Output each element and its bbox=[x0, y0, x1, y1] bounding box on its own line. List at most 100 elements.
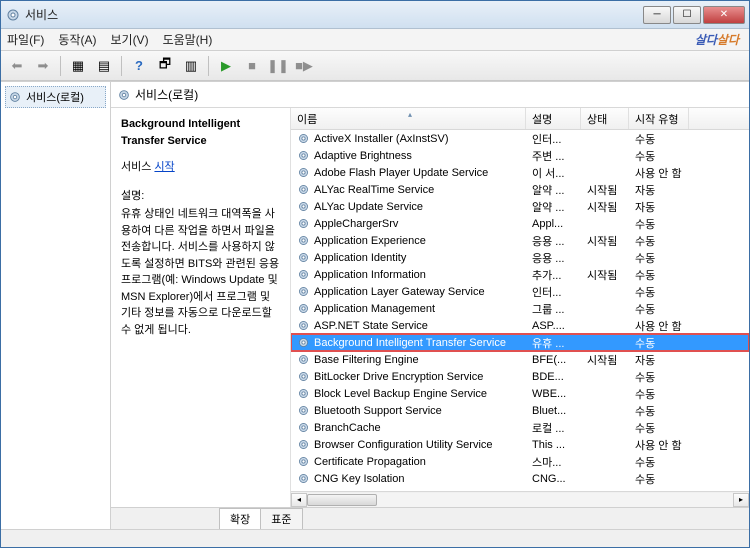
gear-icon bbox=[297, 149, 310, 162]
console-tree: 서비스(로컬) bbox=[1, 82, 111, 529]
minimize-button[interactable]: ─ bbox=[643, 6, 671, 24]
cell-name: ALYac RealTime Service bbox=[291, 182, 526, 197]
horizontal-scrollbar[interactable]: ◂ ▸ bbox=[291, 491, 749, 507]
cell-status bbox=[581, 461, 629, 463]
menu-file[interactable]: 파일(F) bbox=[7, 31, 44, 48]
cell-name: Base Filtering Engine bbox=[291, 352, 526, 367]
service-row[interactable]: AppleChargerSrvAppl...수동 bbox=[291, 215, 749, 232]
scroll-track[interactable] bbox=[307, 493, 733, 507]
start-service-button[interactable]: ▶ bbox=[214, 54, 238, 78]
tab-extended[interactable]: 확장 bbox=[219, 508, 261, 529]
service-row[interactable]: Adaptive Brightness주변 ...수동 bbox=[291, 147, 749, 164]
gear-icon bbox=[117, 88, 131, 102]
cell-start: 자동 bbox=[629, 198, 689, 216]
gear-icon bbox=[297, 132, 310, 145]
service-row[interactable]: Browser Configuration Utility ServiceThi… bbox=[291, 436, 749, 453]
help-button[interactable]: ? bbox=[127, 54, 151, 78]
properties-button[interactable]: ▥ bbox=[179, 54, 203, 78]
service-row[interactable]: Application Layer Gateway Service인터...수동 bbox=[291, 283, 749, 300]
cell-status bbox=[581, 427, 629, 429]
service-row[interactable]: BitLocker Drive Encryption ServiceBDE...… bbox=[291, 368, 749, 385]
service-row[interactable]: Base Filtering EngineBFE(...시작됨자동 bbox=[291, 351, 749, 368]
cell-start: 수동 bbox=[629, 419, 689, 437]
cell-start: 수동 bbox=[629, 130, 689, 148]
description-body: 유휴 상태인 네트워크 대역폭을 사용하여 다른 작업을 하면서 파일을 전송합… bbox=[121, 206, 280, 338]
titlebar[interactable]: 서비스 ─ ☐ ✕ bbox=[1, 1, 749, 29]
show-hide-tree-button[interactable]: ▦ bbox=[66, 54, 90, 78]
cell-desc: 인터... bbox=[526, 283, 581, 301]
cell-start: 수동 bbox=[629, 147, 689, 165]
gear-icon bbox=[297, 353, 310, 366]
service-row[interactable]: Application Information추가...시작됨수동 bbox=[291, 266, 749, 283]
close-button[interactable]: ✕ bbox=[703, 6, 745, 24]
cell-desc: Appl... bbox=[526, 217, 581, 231]
cell-start: 수동 bbox=[629, 232, 689, 250]
cell-start: 수동 bbox=[629, 334, 689, 352]
view-tabs: 확장 표준 bbox=[111, 507, 749, 529]
pause-service-button: ❚❚ bbox=[266, 54, 290, 78]
toolbar: ⬅ ➡ ▦ ▤ ? 🗗 ▥ ▶ ■ ❚❚ ■▶ bbox=[1, 51, 749, 81]
refresh-button[interactable]: 🗗 bbox=[153, 54, 177, 78]
statusbar bbox=[1, 529, 749, 547]
cell-status bbox=[581, 257, 629, 259]
service-row[interactable]: Certificate Propagation스마...수동 bbox=[291, 453, 749, 470]
gear-icon bbox=[297, 404, 310, 417]
start-link[interactable]: 시작 bbox=[154, 161, 174, 173]
cell-name: Application Management bbox=[291, 301, 526, 316]
service-row[interactable]: ActiveX Installer (AxInstSV)인터... 수동 bbox=[291, 130, 749, 147]
menu-action[interactable]: 동작(A) bbox=[58, 31, 96, 48]
col-header-start[interactable]: 시작 유형 bbox=[629, 108, 689, 129]
service-row[interactable]: Bluetooth Support ServiceBluet...수동 bbox=[291, 402, 749, 419]
cell-status bbox=[581, 172, 629, 174]
service-row[interactable]: Adobe Flash Player Update Service이 서...사… bbox=[291, 164, 749, 181]
restart-service-button: ■▶ bbox=[292, 54, 316, 78]
tree-services-local[interactable]: 서비스(로컬) bbox=[5, 86, 106, 108]
service-row[interactable]: CNG Key IsolationCNG...수동 bbox=[291, 470, 749, 487]
cell-start: 수동 bbox=[629, 453, 689, 471]
menu-help[interactable]: 도움말(H) bbox=[163, 31, 213, 48]
cell-status: 시작됨 bbox=[581, 351, 629, 369]
cell-desc: 로컬 ... bbox=[526, 419, 581, 437]
services-window: 서비스 ─ ☐ ✕ 파일(F) 동작(A) 보기(V) 도움말(H) 살다살다 … bbox=[0, 0, 750, 548]
cell-desc: 유휴 ... bbox=[526, 334, 581, 352]
cell-status bbox=[581, 291, 629, 293]
gear-icon bbox=[297, 455, 310, 468]
cell-name: Application Experience bbox=[291, 233, 526, 248]
cell-start: 수동 bbox=[629, 300, 689, 318]
export-list-button[interactable]: ▤ bbox=[92, 54, 116, 78]
col-header-name[interactable]: 이름 bbox=[291, 108, 526, 129]
cell-name: Application Layer Gateway Service bbox=[291, 284, 526, 299]
gear-icon bbox=[297, 166, 310, 179]
cell-desc: 응용 ... bbox=[526, 232, 581, 250]
service-row[interactable]: ASP.NET State ServiceASP....사용 안 함 bbox=[291, 317, 749, 334]
service-row[interactable]: ALYac Update Service알약 ...시작됨자동 bbox=[291, 198, 749, 215]
service-row[interactable]: Application Management그룹 ...수동 bbox=[291, 300, 749, 317]
cell-desc: 응용 ... bbox=[526, 249, 581, 267]
service-row[interactable]: ALYac RealTime Service알약 ...시작됨자동 bbox=[291, 181, 749, 198]
cell-name: Block Level Backup Engine Service bbox=[291, 386, 526, 401]
col-header-desc[interactable]: 설명 bbox=[526, 108, 581, 129]
gear-icon bbox=[297, 285, 310, 298]
col-header-status[interactable]: 상태 bbox=[581, 108, 629, 129]
service-row[interactable]: BranchCache로컬 ...수동 bbox=[291, 419, 749, 436]
scroll-thumb[interactable] bbox=[307, 494, 377, 506]
service-row[interactable]: Block Level Backup Engine ServiceWBE...수… bbox=[291, 385, 749, 402]
cell-status bbox=[581, 223, 629, 225]
cell-start: 자동 bbox=[629, 181, 689, 199]
tab-standard[interactable]: 표준 bbox=[260, 508, 302, 529]
cell-name: Background Intelligent Transfer Service bbox=[291, 335, 526, 350]
maximize-button[interactable]: ☐ bbox=[673, 6, 701, 24]
gear-icon bbox=[297, 421, 310, 434]
cell-name: ActiveX Installer (AxInstSV) bbox=[291, 131, 526, 146]
menu-view[interactable]: 보기(V) bbox=[110, 31, 148, 48]
services-list[interactable]: ActiveX Installer (AxInstSV)인터...수동Adapt… bbox=[291, 130, 749, 491]
service-row[interactable]: Application Experience응용 ...시작됨수동 bbox=[291, 232, 749, 249]
cell-desc: 인터... bbox=[526, 130, 581, 148]
cell-start: 수동 bbox=[629, 266, 689, 284]
cell-start: 수동 bbox=[629, 215, 689, 233]
scroll-left-button[interactable]: ◂ bbox=[291, 493, 307, 507]
service-row[interactable]: Application Identity응용 ...수동 bbox=[291, 249, 749, 266]
service-row[interactable]: Background Intelligent Transfer Service유… bbox=[291, 334, 749, 351]
gear-icon bbox=[297, 336, 310, 349]
scroll-right-button[interactable]: ▸ bbox=[733, 493, 749, 507]
